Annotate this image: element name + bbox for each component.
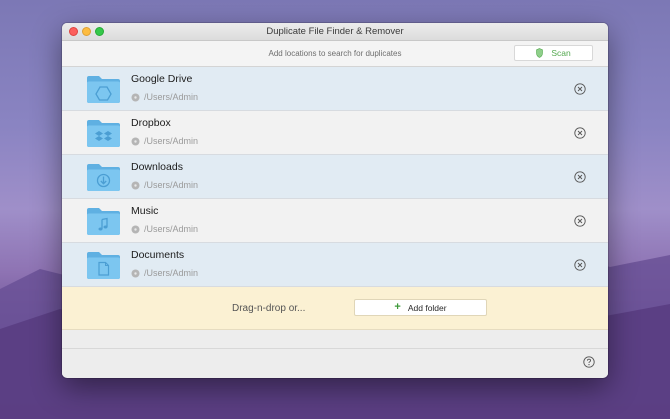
add-folder-button[interactable]: + Add folder (354, 299, 487, 316)
location-row-dropbox[interactable]: Dropbox /Users/Admin (62, 111, 608, 155)
location-path: /Users/Admin (131, 92, 198, 102)
location-row-music[interactable]: Music /Users/Admin (62, 199, 608, 243)
location-path-text: /Users/Admin (144, 136, 199, 146)
help-icon[interactable] (583, 356, 595, 368)
toolbar: Add locations to search for duplicates S… (62, 41, 608, 67)
disk-icon (131, 225, 140, 233)
minimize-window-button[interactable] (82, 27, 91, 36)
remove-location-icon[interactable] (574, 83, 586, 95)
remove-location-icon[interactable] (574, 215, 586, 227)
location-path-text: /Users/Admin (144, 92, 199, 102)
location-name: Downloads (131, 161, 183, 173)
disk-icon (131, 181, 140, 189)
remove-location-icon[interactable] (574, 259, 586, 271)
drop-zone[interactable]: Drag-n-drop or... + Add folder (62, 287, 608, 330)
remove-location-icon[interactable] (574, 171, 586, 183)
location-path: /Users/Admin (131, 268, 198, 278)
dropbox-folder-icon (86, 118, 121, 148)
scan-button[interactable]: Scan (514, 45, 593, 61)
location-name: Dropbox (131, 117, 171, 129)
location-path: /Users/Admin (131, 224, 198, 234)
plus-icon: + (394, 301, 401, 313)
location-name: Google Drive (131, 73, 193, 85)
downloads-folder-icon (86, 162, 121, 192)
title-bar: Duplicate File Finder & Remover (62, 23, 608, 41)
disk-icon (131, 137, 140, 145)
empty-area (62, 330, 608, 349)
location-row-documents[interactable]: Documents /Users/Admin (62, 243, 608, 287)
locations-list: Google Drive /Users/Admin Dropbox /Users… (62, 67, 608, 287)
remove-location-icon[interactable] (574, 127, 586, 139)
location-name: Documents (131, 249, 185, 261)
drop-zone-text: Drag-n-drop or... (232, 303, 306, 314)
location-path: /Users/Admin (131, 180, 198, 190)
location-row-google-drive[interactable]: Google Drive /Users/Admin (62, 67, 608, 111)
google-drive-folder-icon (86, 74, 121, 104)
music-folder-icon (86, 206, 121, 236)
location-name: Music (131, 205, 159, 217)
location-path-text: /Users/Admin (144, 268, 199, 278)
window-title: Duplicate File Finder & Remover (266, 26, 404, 37)
location-path: /Users/Admin (131, 136, 198, 146)
app-window: Duplicate File Finder & Remover Add loca… (62, 23, 608, 378)
shield-icon (536, 48, 544, 58)
documents-folder-icon (86, 250, 121, 280)
scan-button-label: Scan (551, 48, 571, 58)
disk-icon (131, 93, 140, 101)
maximize-window-button[interactable] (95, 27, 104, 36)
add-folder-label: Add folder (407, 302, 447, 313)
footer-bar (62, 349, 608, 375)
location-path-text: /Users/Admin (144, 180, 199, 190)
close-window-button[interactable] (69, 27, 78, 36)
disk-icon (131, 269, 140, 277)
location-row-downloads[interactable]: Downloads /Users/Admin (62, 155, 608, 199)
location-path-text: /Users/Admin (144, 224, 199, 234)
